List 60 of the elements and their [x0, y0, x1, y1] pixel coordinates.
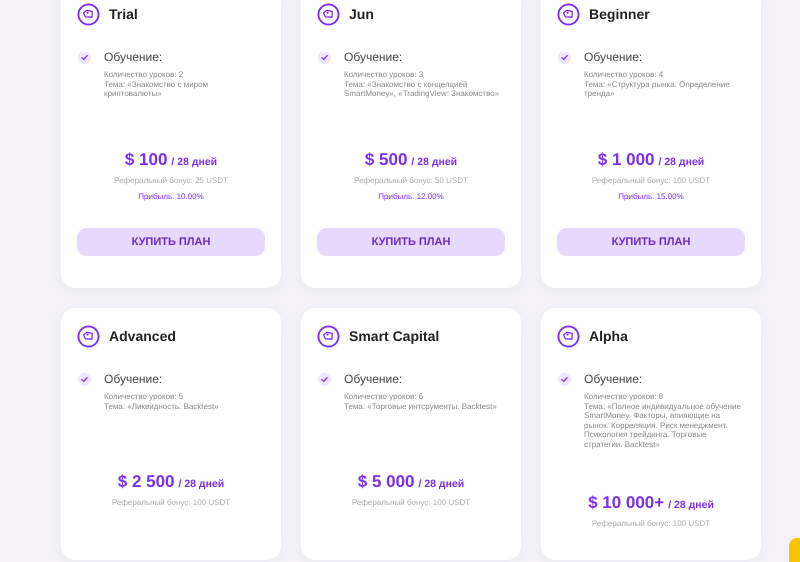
referral-bonus: Реферальный бонус: 25 USDT — [114, 176, 228, 185]
topic-text: Тема: «Торговые интсрументы. Backtest» — [344, 402, 498, 411]
price: $ 500 — [364, 150, 408, 170]
topic-text: Тема: «Знакомство с миром криптовалюты» — [104, 80, 210, 98]
referral-bonus: Реферальный бонус: 100 USDT — [592, 176, 710, 185]
feature-label: Обучение: — [104, 50, 162, 64]
period: / 28 дней — [411, 156, 458, 168]
topic-text: Тема: «Знакомство с концепцией SmartMoney», «TradingView: Знакомство» — [344, 80, 500, 98]
lesson-count: Количество уроков: 8 — [584, 392, 664, 402]
tag-icon — [317, 2, 340, 26]
price: $ 100 — [124, 150, 168, 170]
buy-button[interactable]: КУПИТЬ ПЛАН — [557, 228, 745, 256]
check-icon — [318, 50, 331, 64]
feature-label: Обучение: — [104, 372, 162, 386]
lesson-count: Количество уроков: 6 — [344, 392, 424, 402]
referral-bonus: Реферальный бонус: 100 USDT — [592, 519, 710, 528]
price: $ 2 500 — [118, 472, 174, 492]
tag-icon — [557, 2, 580, 26]
tag-icon — [317, 324, 340, 348]
check-icon — [558, 50, 571, 64]
tag-icon — [557, 324, 580, 348]
feature-label: Обучение: — [584, 372, 642, 386]
topic-text: Тема: «Полное индивидуальное обучение SmartMoney. Факторы, влияющие на рынок. Корреляция. Риск менеджмент. Психология трейдинга. Торговые стратегии. Backtest» — [584, 402, 742, 449]
profit-rate: Прибыль: 10.00% — [138, 192, 204, 201]
check-icon — [78, 50, 91, 64]
period: / 28 дней — [171, 156, 218, 168]
period: / 28 дней — [658, 156, 704, 168]
check-icon — [558, 372, 571, 386]
profit-rate: Прибыль: 12.00% — [378, 192, 444, 201]
price: $ 10 000+ — [588, 493, 664, 513]
tag-icon — [77, 2, 100, 26]
tag-icon — [77, 324, 100, 348]
feature-label: Обучение: — [344, 50, 402, 64]
buy-button[interactable]: КУПИТЬ ПЛАН — [77, 228, 265, 256]
lesson-count: Количество уроков: 2 — [104, 70, 184, 80]
topic-text: Тема: «Структура рынка. Определение тренда» — [584, 80, 731, 98]
lesson-count: Количество уроков: 3 — [344, 70, 424, 80]
plan-name: Trial — [109, 6, 138, 22]
feature-label: Обучение: — [584, 50, 642, 64]
period: / 28 дней — [418, 478, 464, 490]
feature-label: Обучение: — [344, 372, 402, 386]
plan-name: Advanced — [109, 328, 176, 344]
check-icon — [318, 372, 331, 386]
period: / 28 дней — [178, 478, 224, 490]
plan-name: Beginner — [589, 6, 650, 22]
referral-bonus: Реферальный бонус: 100 USDT — [352, 498, 470, 507]
plan-name: Alpha — [589, 328, 628, 344]
lesson-count: Количество уроков: 4 — [584, 70, 664, 80]
plan-name: Smart Capital — [349, 328, 440, 344]
buy-button[interactable]: КУПИТЬ ПЛАН — [317, 228, 505, 256]
plan-name: Jun — [349, 6, 374, 22]
period: / 28 дней — [668, 499, 714, 511]
price: $ 1 000 — [598, 150, 654, 170]
referral-bonus: Реферальный бонус: 50 USDT — [354, 176, 468, 185]
check-icon — [78, 372, 91, 386]
referral-bonus: Реферальный бонус: 100 USDT — [112, 498, 230, 507]
price: $ 5 000 — [358, 472, 414, 492]
profit-rate: Прибыль: 15.00% — [618, 192, 684, 201]
topic-text: Тема: «Ликвидность. Backtest» — [104, 402, 220, 411]
lesson-count: Количество уроков: 5 — [104, 392, 184, 402]
